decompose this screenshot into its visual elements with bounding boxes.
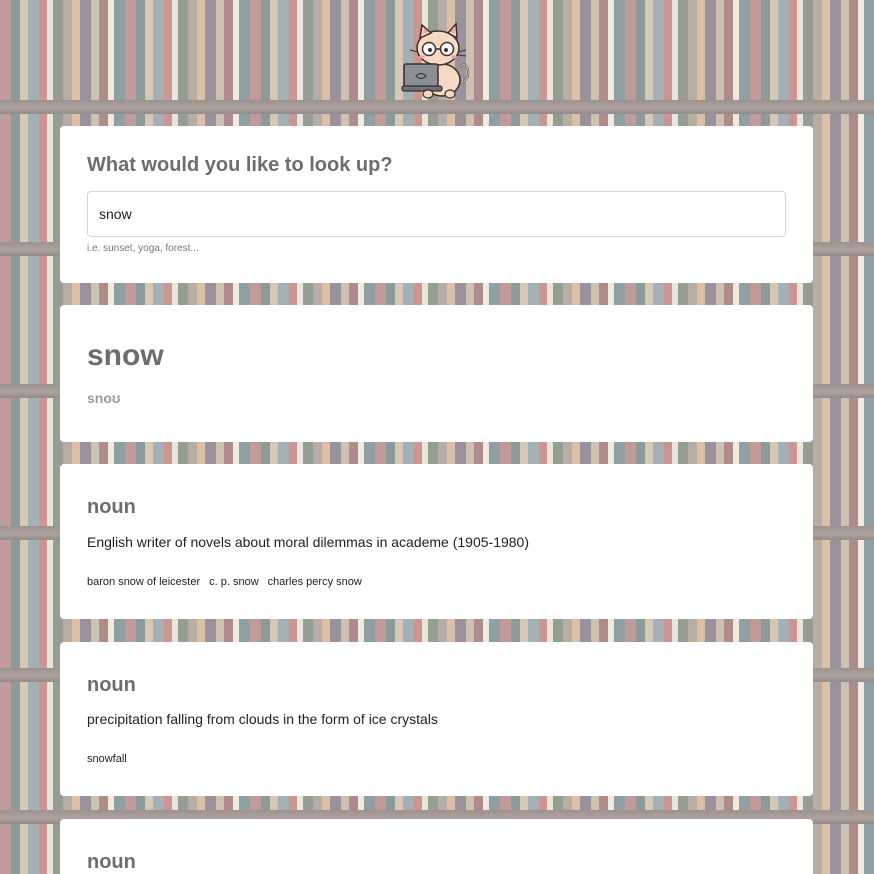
word-card: snow snoʊ [60, 305, 813, 442]
synonyms-list: baron snow of leicester c. p. snow charl… [87, 576, 362, 588]
synonym[interactable]: charles percy snow [268, 576, 362, 588]
synonym[interactable]: baron snow of leicester [87, 576, 200, 588]
search-input[interactable] [87, 191, 786, 237]
meaning-card: noun English writer of novels about mora… [60, 464, 813, 619]
phonetic: snoʊ [87, 390, 121, 406]
meaning-card: noun [60, 819, 813, 874]
definition: English writer of novels about moral dil… [87, 534, 529, 550]
part-of-speech: noun [87, 674, 136, 696]
meaning-card: noun precipitation falling from clouds i… [60, 642, 813, 796]
part-of-speech: noun [87, 496, 136, 518]
search-hint: i.e. sunset, yoga, forest... [87, 243, 199, 254]
synonym[interactable]: c. p. snow [209, 576, 259, 588]
word-title: snow [87, 339, 164, 372]
search-card: What would you like to look up? i.e. sun… [60, 126, 813, 283]
search-heading: What would you like to look up? [87, 154, 393, 176]
cat-with-laptop-icon [398, 22, 478, 102]
part-of-speech: noun [87, 851, 136, 873]
definition: precipitation falling from clouds in the… [87, 711, 438, 727]
synonyms-list: snowfall [87, 753, 127, 765]
synonym[interactable]: snowfall [87, 753, 127, 765]
